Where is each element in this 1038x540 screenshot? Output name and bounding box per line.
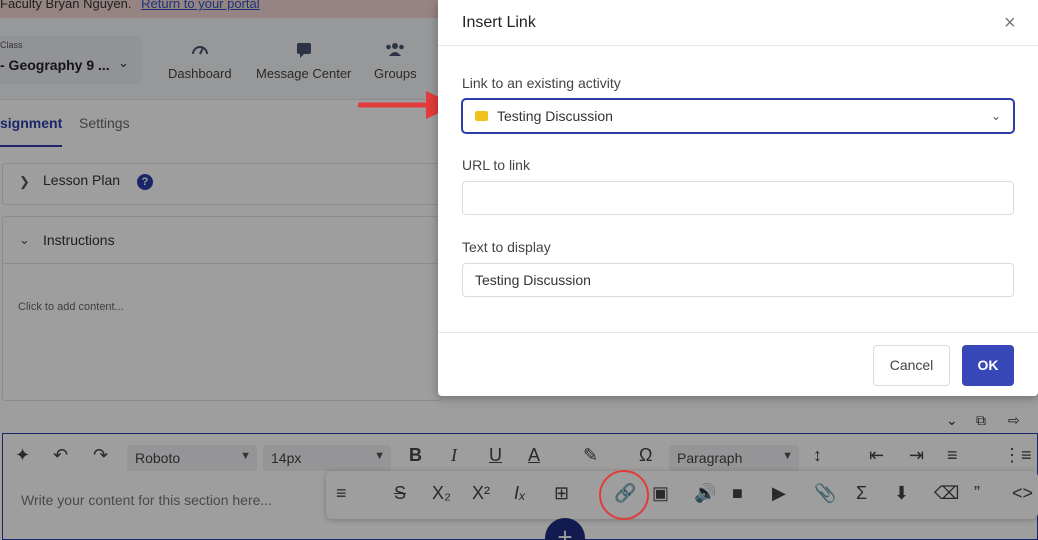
display-text-label: Text to display	[462, 239, 551, 255]
close-icon[interactable]: ×	[1004, 12, 1016, 35]
dialog-header: Insert Link ×	[438, 0, 1038, 46]
chevron-down-icon: ⌄	[991, 109, 1002, 123]
ok-button[interactable]: OK	[962, 345, 1014, 386]
dialog-title: Insert Link	[462, 14, 536, 31]
activity-select-value: Testing Discussion	[497, 108, 613, 124]
cancel-button[interactable]: Cancel	[873, 345, 950, 386]
discussion-icon	[475, 111, 488, 121]
insert-link-dialog: Insert Link × Link to an existing activi…	[438, 0, 1038, 396]
dialog-footer: Cancel OK	[438, 332, 1038, 396]
annotation-circle	[599, 470, 649, 520]
link-activity-label: Link to an existing activity	[462, 75, 621, 91]
activity-select[interactable]: Testing Discussion ⌄	[462, 99, 1014, 133]
display-text-input[interactable]	[462, 263, 1014, 297]
url-input[interactable]	[462, 181, 1014, 215]
url-label: URL to link	[462, 157, 530, 173]
